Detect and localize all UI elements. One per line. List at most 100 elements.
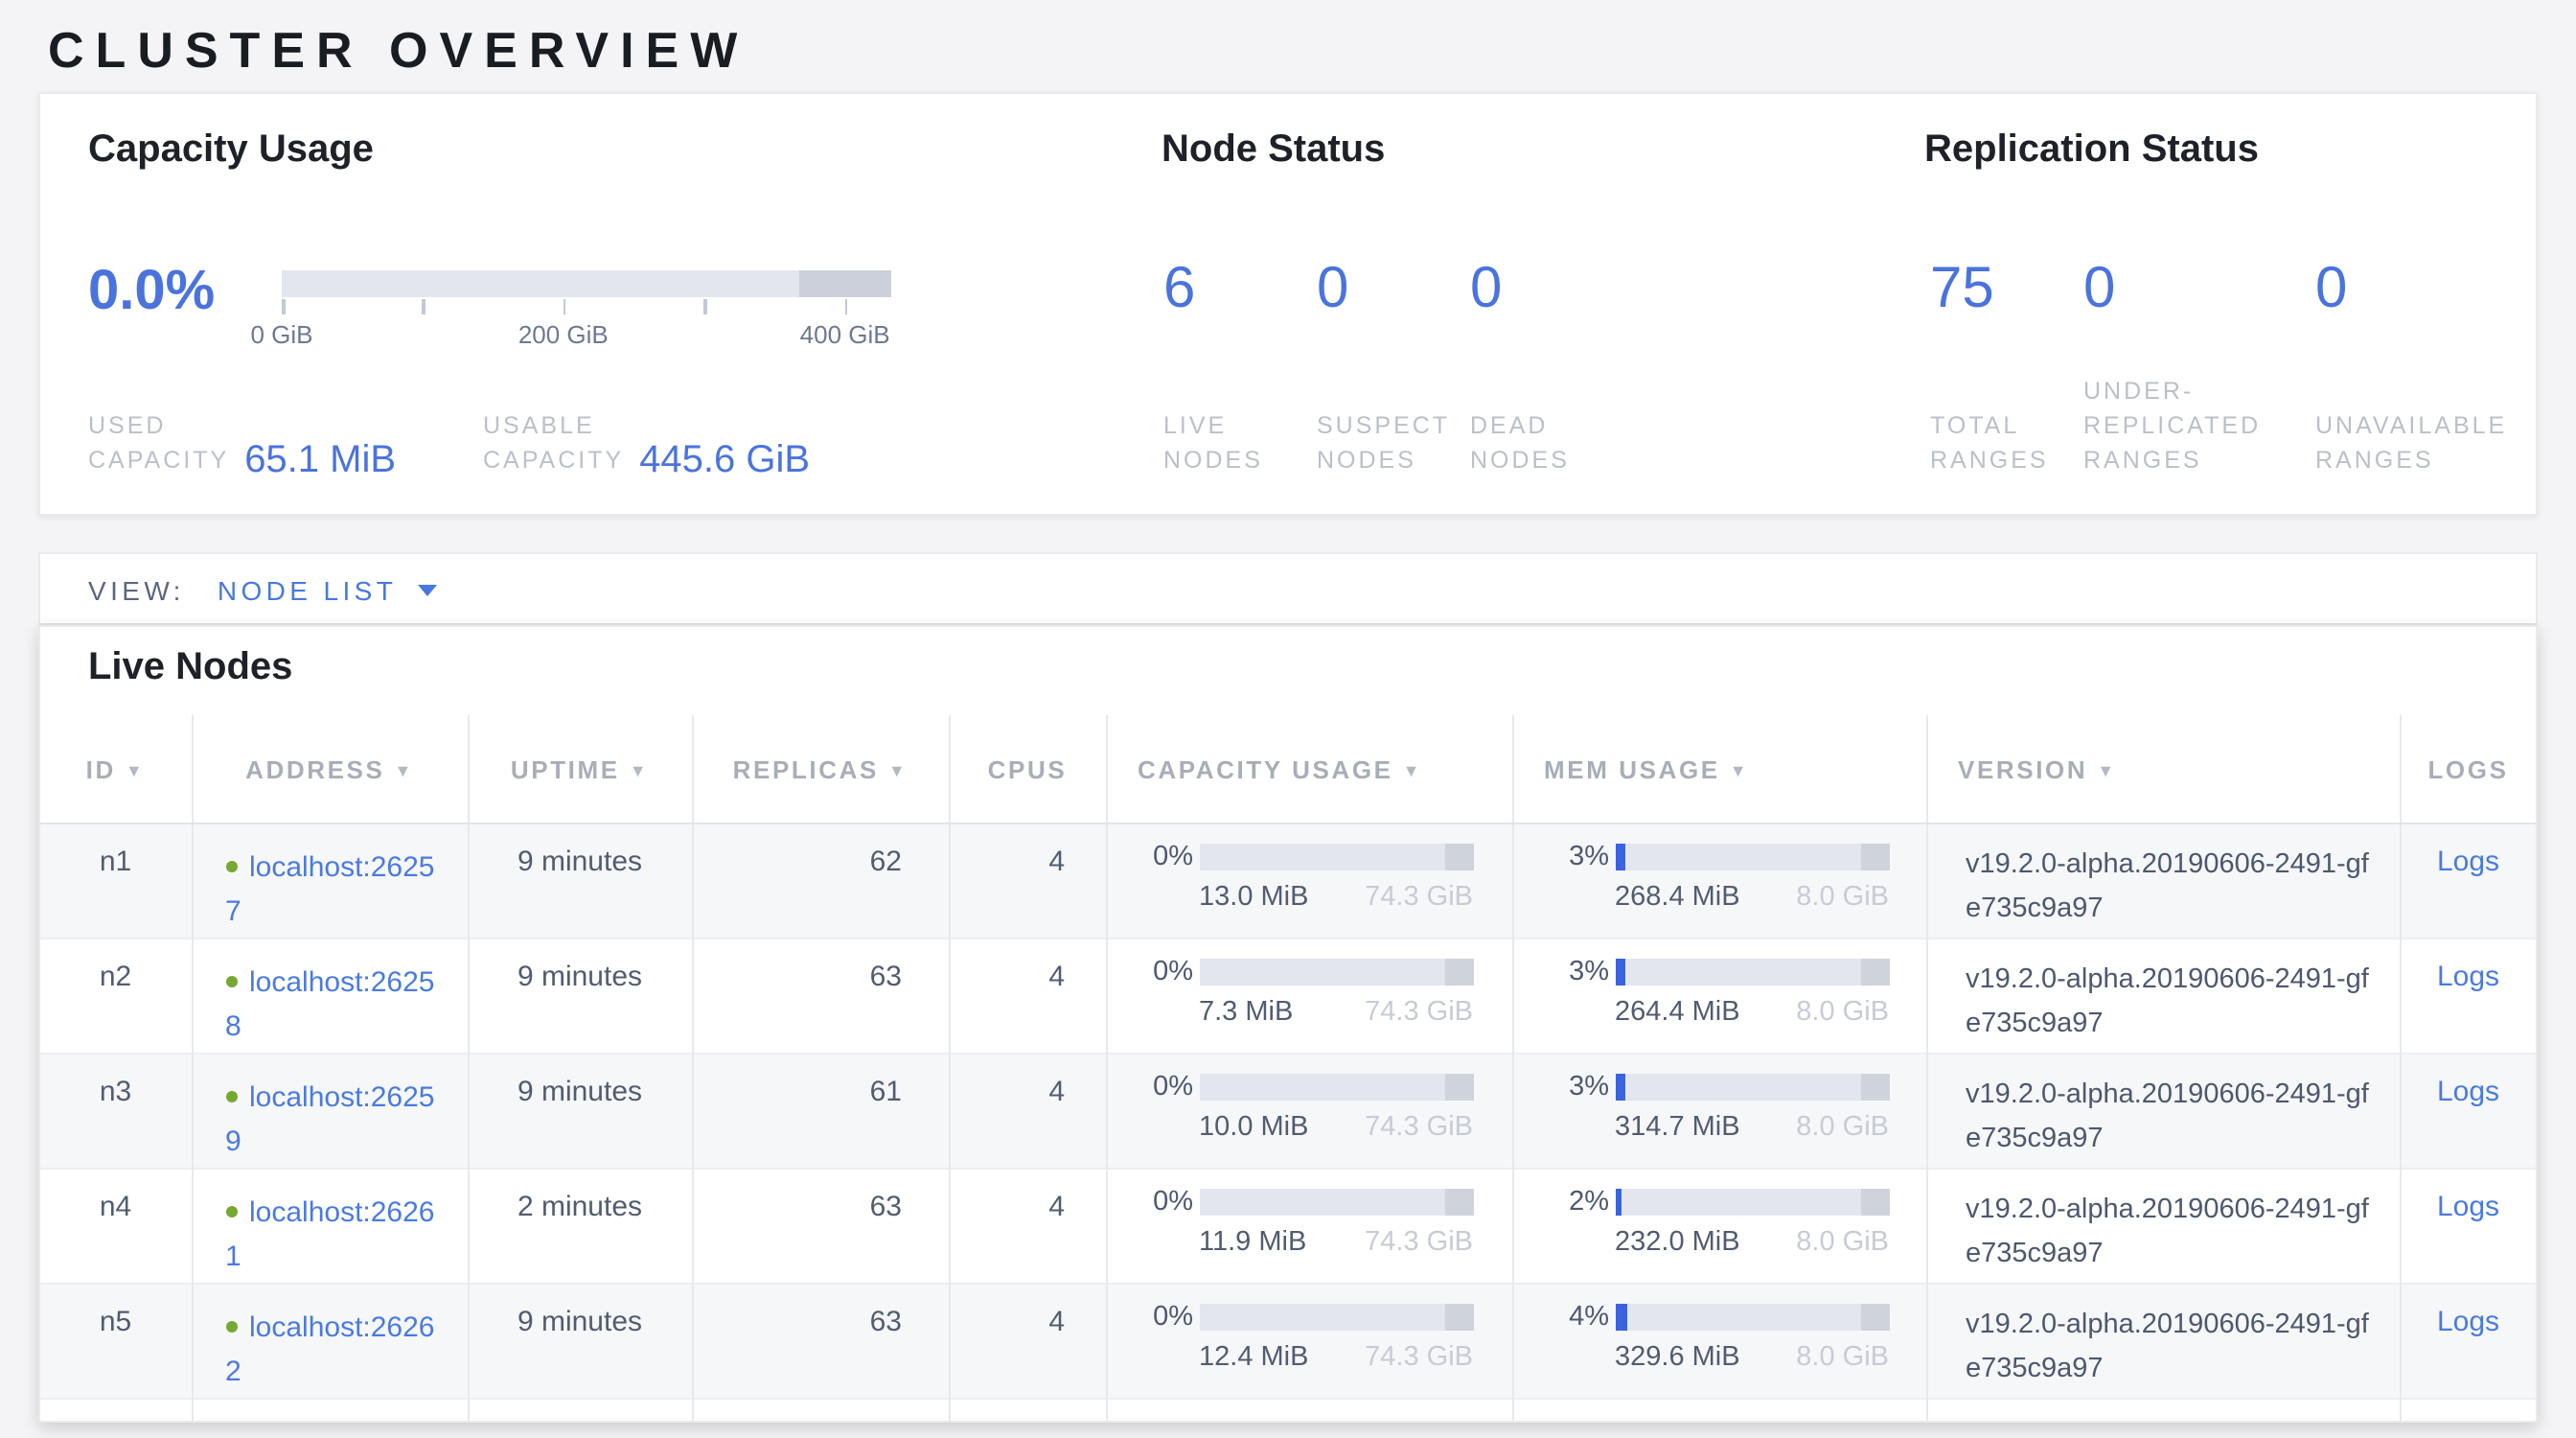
capacity-percent-value: 0.0% bbox=[88, 261, 215, 324]
node-address-cell: localhost:26261 bbox=[192, 1169, 468, 1284]
view-node-list-dropdown[interactable]: NODE LIST bbox=[218, 574, 437, 605]
unavailable-ranges-label: UNAVAILABLE RANGES bbox=[2315, 408, 2507, 477]
view-selector-bar: VIEW: NODE LIST bbox=[38, 552, 2538, 625]
logs-link[interactable]: Logs bbox=[2437, 846, 2499, 878]
under-replicated-ranges-label: UNDER- REPLICATED RANGES bbox=[2083, 374, 2261, 477]
node-mem-usage-cell: 4% 329.6 MiB 8.0 GiB bbox=[1512, 1284, 1926, 1399]
mem-percent: 3% bbox=[1552, 1072, 1609, 1102]
usable-capacity-value: 445.6 GiB bbox=[639, 441, 810, 479]
node-address-link[interactable]: localhost:26257 bbox=[225, 851, 435, 928]
suspect-nodes-count: 0 bbox=[1317, 259, 1348, 320]
capacity-bar bbox=[1199, 1074, 1473, 1101]
column-header-capacity-usage[interactable]: CAPACITY USAGE▼ bbox=[1106, 715, 1512, 823]
capacity-usage-section: Capacity Usage 0.0% 0 GiB 200 GiB 400 Gi… bbox=[88, 94, 941, 514]
suspect-nodes-label: SUSPECT NODES bbox=[1317, 408, 1450, 477]
node-live-dot-icon bbox=[225, 1205, 238, 1218]
node-mem-usage-cell: 3% 268.4 MiB 8.0 GiB bbox=[1512, 823, 1926, 939]
node-address-link[interactable]: localhost:26259 bbox=[225, 1081, 435, 1158]
node-live-dot-icon bbox=[225, 1320, 238, 1333]
view-label: VIEW: bbox=[88, 574, 185, 605]
node-id-cell: n4 bbox=[40, 1169, 192, 1284]
total-ranges-stat: 75 TOTAL RANGES bbox=[1930, 259, 1994, 320]
used-capacity-value: 65.1 MiB bbox=[244, 441, 396, 479]
capacity-percent: 0% bbox=[1136, 1072, 1193, 1102]
node-uptime-cell: 9 minutes bbox=[468, 1284, 692, 1399]
replication-status-title: Replication Status bbox=[1924, 128, 2259, 173]
logs-link[interactable]: Logs bbox=[2437, 961, 2499, 993]
capacity-gauge-reserved-segment bbox=[800, 270, 891, 297]
node-mem-usage-cell: 3% 264.4 MiB 8.0 GiB bbox=[1512, 939, 1926, 1054]
capacity-total-value: 74.3 GiB bbox=[1365, 882, 1473, 913]
column-header-id[interactable]: ID▼ bbox=[40, 715, 192, 823]
mem-total-value: 8.0 GiB bbox=[1796, 1112, 1889, 1143]
node-capacity-usage-cell: 0% 11.9 MiB 74.3 GiB bbox=[1106, 1169, 1512, 1284]
node-address-link[interactable]: localhost:26258 bbox=[225, 966, 435, 1043]
sort-arrow-icon: ▼ bbox=[394, 760, 413, 779]
capacity-gauge-tick-labels: 0 GiB 200 GiB 400 GiB bbox=[282, 320, 891, 349]
mem-bar bbox=[1615, 1074, 1889, 1101]
node-logs-cell: Logs bbox=[2400, 1169, 2536, 1284]
node-live-dot-icon bbox=[225, 1090, 238, 1102]
partial-next-row bbox=[40, 1399, 2536, 1423]
node-replicas-cell: 63 bbox=[692, 939, 949, 1054]
mem-total-value: 8.0 GiB bbox=[1796, 997, 1889, 1028]
mem-used-value: 232.0 MiB bbox=[1615, 1227, 1740, 1258]
capacity-gauge-bar bbox=[282, 270, 891, 297]
column-header-address[interactable]: ADDRESS▼ bbox=[192, 715, 468, 823]
logs-link[interactable]: Logs bbox=[2437, 1191, 2499, 1223]
live-nodes-count: 6 bbox=[1163, 259, 1195, 320]
node-capacity-usage-cell: 0% 13.0 MiB 74.3 GiB bbox=[1106, 823, 1512, 939]
column-header-cpus: CPUS bbox=[949, 715, 1106, 823]
column-header-mem-usage[interactable]: MEM USAGE▼ bbox=[1512, 715, 1926, 823]
node-uptime-cell: 2 minutes bbox=[468, 1169, 692, 1284]
live-nodes-table: ID▼ ADDRESS▼ UPTIME▼ REPLICAS▼ CPUS CAPA… bbox=[40, 715, 2536, 1423]
mem-total-value: 8.0 GiB bbox=[1796, 882, 1889, 913]
node-status-title: Node Status bbox=[1162, 128, 1385, 173]
node-uptime-cell: 9 minutes bbox=[468, 939, 692, 1054]
capacity-bar bbox=[1199, 959, 1473, 986]
node-cpus-cell: 4 bbox=[949, 939, 1106, 1054]
mem-bar bbox=[1615, 959, 1889, 986]
node-cpus-cell: 4 bbox=[949, 1054, 1106, 1169]
column-header-replicas[interactable]: REPLICAS▼ bbox=[692, 715, 949, 823]
capacity-bar-reserved-segment bbox=[1445, 959, 1473, 986]
mem-percent: 2% bbox=[1552, 1187, 1609, 1218]
capacity-bar-reserved-segment bbox=[1445, 1074, 1473, 1101]
node-version-cell: v19.2.0-alpha.20190606-2491-gfe735c9a97 bbox=[1926, 1169, 2400, 1284]
node-version-cell: v19.2.0-alpha.20190606-2491-gfe735c9a97 bbox=[1926, 1054, 2400, 1169]
node-cpus-cell: 4 bbox=[949, 1284, 1106, 1399]
mem-bar-used-segment bbox=[1615, 844, 1624, 870]
total-ranges-label: TOTAL RANGES bbox=[1930, 408, 2049, 477]
mem-used-value: 264.4 MiB bbox=[1615, 997, 1740, 1028]
logs-link[interactable]: Logs bbox=[2437, 1076, 2499, 1108]
node-replicas-cell: 63 bbox=[692, 1169, 949, 1284]
table-row: n4 localhost:26261 2 minutes 63 4 0% 11.… bbox=[40, 1169, 2536, 1284]
node-capacity-usage-cell: 0% 10.0 MiB 74.3 GiB bbox=[1106, 1054, 1512, 1169]
table-row: n3 localhost:26259 9 minutes 61 4 0% 10.… bbox=[40, 1054, 2536, 1169]
dead-nodes-stat: 0 DEAD NODES bbox=[1470, 259, 1502, 320]
mem-bar-reserved-segment bbox=[1861, 1304, 1889, 1331]
column-header-uptime[interactable]: UPTIME▼ bbox=[468, 715, 692, 823]
replication-status-section: Replication Status 75 TOTAL RANGES 0 UND… bbox=[1924, 94, 2528, 514]
mem-bar-reserved-segment bbox=[1861, 959, 1889, 986]
node-uptime-cell: 9 minutes bbox=[468, 823, 692, 939]
capacity-used-value: 7.3 MiB bbox=[1199, 997, 1293, 1028]
sort-arrow-icon: ▼ bbox=[630, 760, 649, 779]
node-version-cell: v19.2.0-alpha.20190606-2491-gfe735c9a97 bbox=[1926, 939, 2400, 1054]
mem-bar-reserved-segment bbox=[1861, 844, 1889, 870]
capacity-gauge-ticks bbox=[282, 299, 891, 316]
tick-label: 400 GiB bbox=[800, 320, 890, 349]
logs-link[interactable]: Logs bbox=[2437, 1306, 2499, 1338]
node-address-link[interactable]: localhost:26262 bbox=[225, 1311, 435, 1388]
column-header-version[interactable]: VERSION▼ bbox=[1926, 715, 2400, 823]
under-replicated-ranges-count: 0 bbox=[2083, 259, 2115, 320]
node-cpus-cell: 4 bbox=[949, 1169, 1106, 1284]
cluster-summary-panel: Capacity Usage 0.0% 0 GiB 200 GiB 400 Gi… bbox=[38, 92, 2538, 516]
tick-label: 0 GiB bbox=[250, 320, 312, 349]
capacity-used-value: 12.4 MiB bbox=[1199, 1342, 1308, 1373]
capacity-total-value: 74.3 GiB bbox=[1365, 1342, 1473, 1373]
node-address-link[interactable]: localhost:26261 bbox=[225, 1196, 435, 1273]
live-nodes-title: Live Nodes bbox=[88, 646, 292, 690]
capacity-used-value: 10.0 MiB bbox=[1199, 1112, 1308, 1143]
node-version-cell: v19.2.0-alpha.20190606-2491-gfe735c9a97 bbox=[1926, 1284, 2400, 1399]
